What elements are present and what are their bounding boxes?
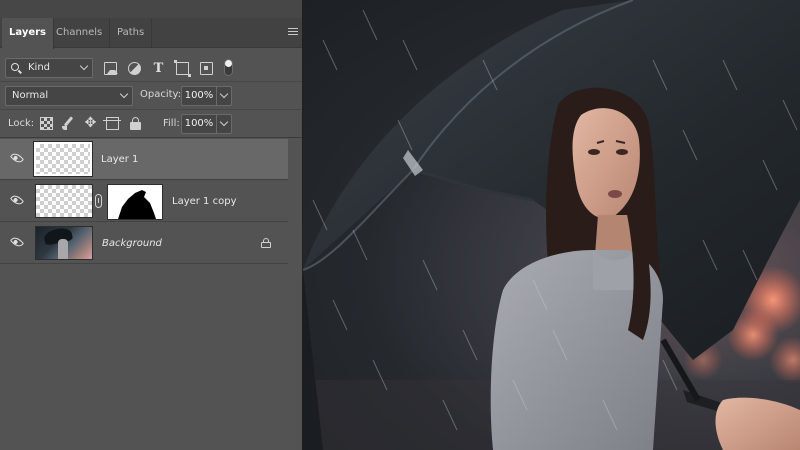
layer-name[interactable]: Layer 1 copy (172, 196, 236, 207)
lock-all-icon[interactable] (130, 117, 143, 130)
tab-paths[interactable]: Paths (110, 18, 153, 48)
blend-mode-value: Normal (12, 90, 49, 101)
lock-transparent-pixels-icon[interactable] (40, 117, 53, 130)
layer-thumbnail[interactable] (33, 141, 93, 177)
mask-silhouette (118, 190, 156, 219)
hamburger-menu-icon[interactable] (288, 28, 298, 36)
blend-row: Normal Opacity: 100% (0, 83, 302, 110)
panel-tab-bar: Layers Channels Paths (0, 18, 302, 49)
document-canvas[interactable] (303, 0, 800, 450)
kind-filter-label: Kind (28, 62, 51, 73)
lock-label: Lock: (8, 118, 35, 129)
fill-field[interactable]: 100% (181, 114, 217, 134)
adjustment-layer-filter-icon[interactable] (128, 62, 141, 75)
eye-icon[interactable] (9, 192, 25, 208)
filter-toggle-switch[interactable] (224, 59, 233, 76)
layer-row-background[interactable]: Background (0, 223, 288, 264)
tab-channels[interactable]: Channels (49, 18, 111, 48)
smart-object-filter-icon[interactable] (200, 62, 213, 75)
layers-panel: Layers Channels Paths Kind T Normal Opac… (0, 0, 302, 450)
chevron-down-icon (79, 61, 89, 71)
link-chain-icon[interactable] (95, 194, 102, 208)
shape-layer-filter-icon[interactable] (174, 60, 191, 77)
lock-artboard-icon[interactable] (103, 117, 121, 130)
kind-filter-dropdown[interactable]: Kind (5, 58, 93, 78)
blend-mode-dropdown[interactable]: Normal (5, 86, 133, 106)
lock-position-icon[interactable]: ✥ (84, 116, 97, 130)
pixel-layer-filter-icon[interactable] (104, 62, 118, 75)
opacity-label: Opacity: (140, 89, 182, 100)
canvas-photo (303, 0, 800, 450)
layer-name[interactable]: Background (102, 238, 162, 249)
search-icon (11, 63, 19, 71)
eye-icon[interactable] (9, 234, 25, 250)
lock-icon (261, 238, 271, 249)
layer-row-layer-1-copy[interactable]: Layer 1 copy (0, 181, 288, 222)
eye-icon[interactable] (9, 150, 25, 166)
type-layer-filter-icon[interactable]: T (152, 62, 165, 75)
layer-mask-thumbnail[interactable] (107, 184, 163, 220)
lock-row: Lock: ✥ Fill: 100% (0, 111, 302, 138)
tab-layers[interactable]: Layers (2, 18, 54, 49)
chevron-down-icon (119, 89, 129, 99)
layer-name[interactable]: Layer 1 (101, 154, 138, 165)
fill-dropdown-arrow[interactable] (216, 114, 232, 134)
opacity-dropdown-arrow[interactable] (216, 86, 232, 106)
layer-thumbnail[interactable] (35, 226, 93, 260)
lock-image-pixels-icon[interactable] (62, 117, 75, 130)
fill-label: Fill: (163, 118, 180, 129)
panel-header-strip (0, 0, 302, 18)
layer-thumbnail[interactable] (35, 184, 93, 218)
layer-row-layer-1[interactable]: Layer 1 (0, 139, 288, 180)
opacity-field[interactable]: 100% (181, 86, 217, 106)
layer-filter-row: Kind T (0, 54, 302, 82)
layers-scroll-gutter (288, 139, 302, 450)
